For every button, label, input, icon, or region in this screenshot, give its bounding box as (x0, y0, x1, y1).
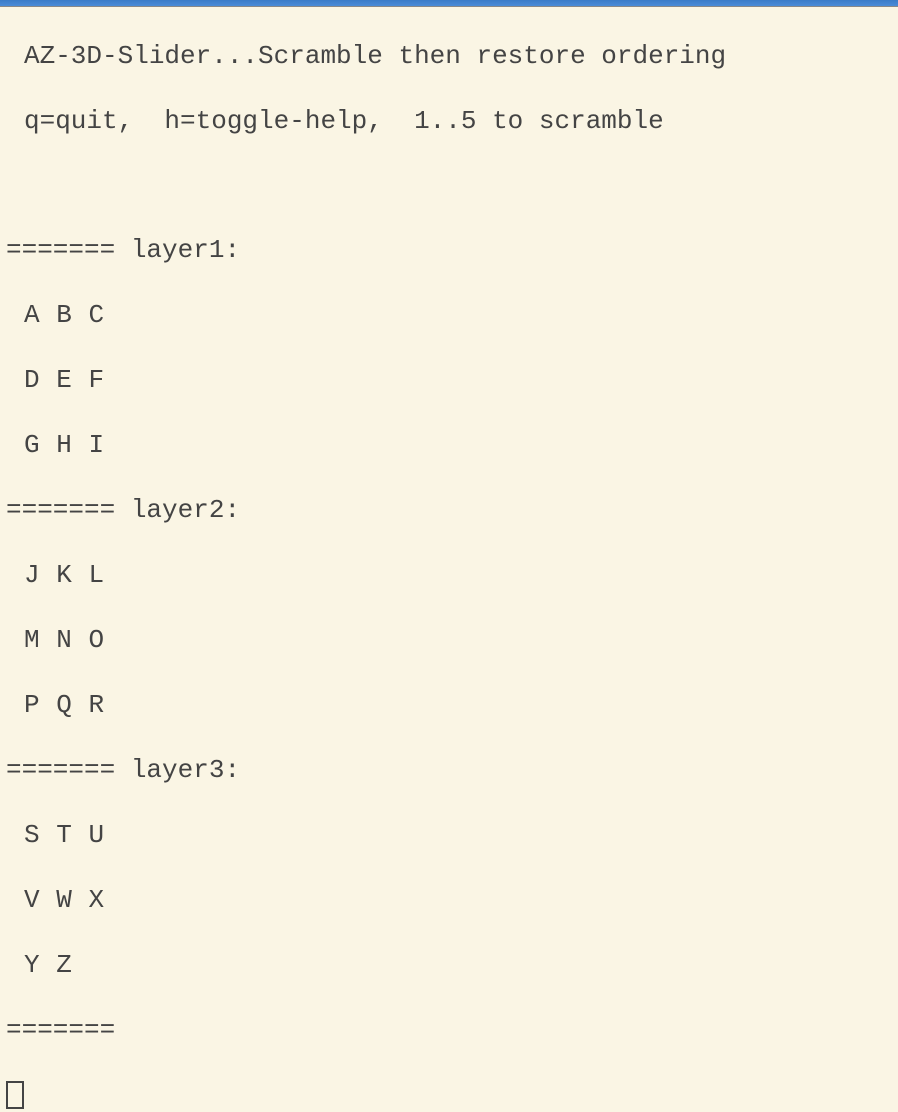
terminal-output[interactable]: AZ-3D-Slider...Scramble then restore ord… (0, 7, 898, 1112)
terminal-cursor (6, 1081, 24, 1109)
layer2-header: ======= layer2: (0, 494, 898, 527)
layer1-header: ======= layer1: (0, 234, 898, 267)
layer3-row2: V W X (0, 884, 898, 917)
game-title: AZ-3D-Slider...Scramble then restore ord… (0, 40, 898, 73)
end-divider: ======= (0, 1014, 898, 1047)
layer1-row2: D E F (0, 364, 898, 397)
layer3-header: ======= layer3: (0, 754, 898, 787)
layer3-row3: Y Z (0, 949, 898, 982)
layer3-row1: S T U (0, 819, 898, 852)
layer1-row1: A B C (0, 299, 898, 332)
window-titlebar (0, 0, 898, 7)
layer2-row3: P Q R (0, 689, 898, 722)
layer2-row2: M N O (0, 624, 898, 657)
layer2-row1: J K L (0, 559, 898, 592)
layer1-row3: G H I (0, 429, 898, 462)
help-text: q=quit, h=toggle-help, 1..5 to scramble (0, 105, 898, 138)
blank-line (0, 170, 898, 202)
